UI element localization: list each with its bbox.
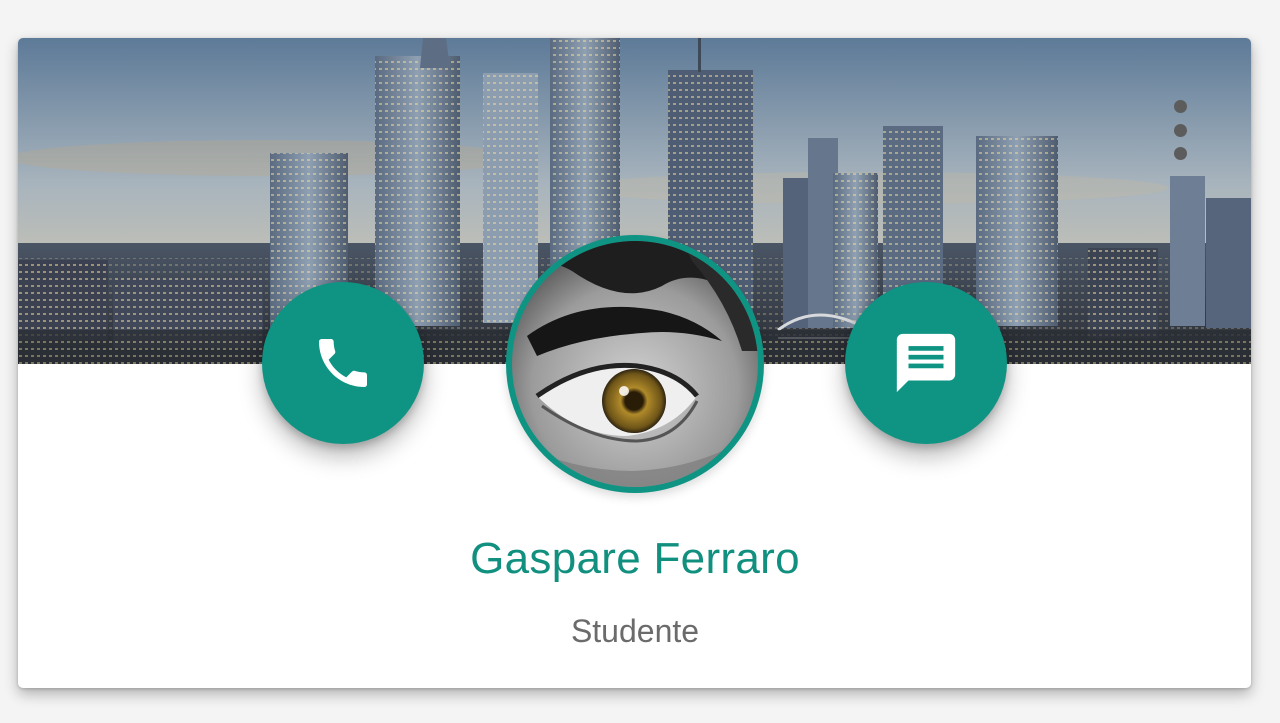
- profile-role: Studente: [570, 613, 700, 649]
- phone-icon: [319, 339, 367, 387]
- more-vert-icon-dot: [1173, 147, 1187, 160]
- avatar-photo: [512, 241, 758, 487]
- more-options-button[interactable]: [1166, 100, 1194, 160]
- message-button[interactable]: [845, 282, 1007, 444]
- more-vert-icon-dot: [1173, 123, 1187, 137]
- call-button[interactable]: [262, 282, 424, 444]
- avatar[interactable]: [506, 235, 764, 493]
- message-icon: [896, 333, 956, 393]
- more-vert-icon: [1173, 100, 1187, 113]
- profile-name: Gaspare Ferraro: [470, 534, 800, 583]
